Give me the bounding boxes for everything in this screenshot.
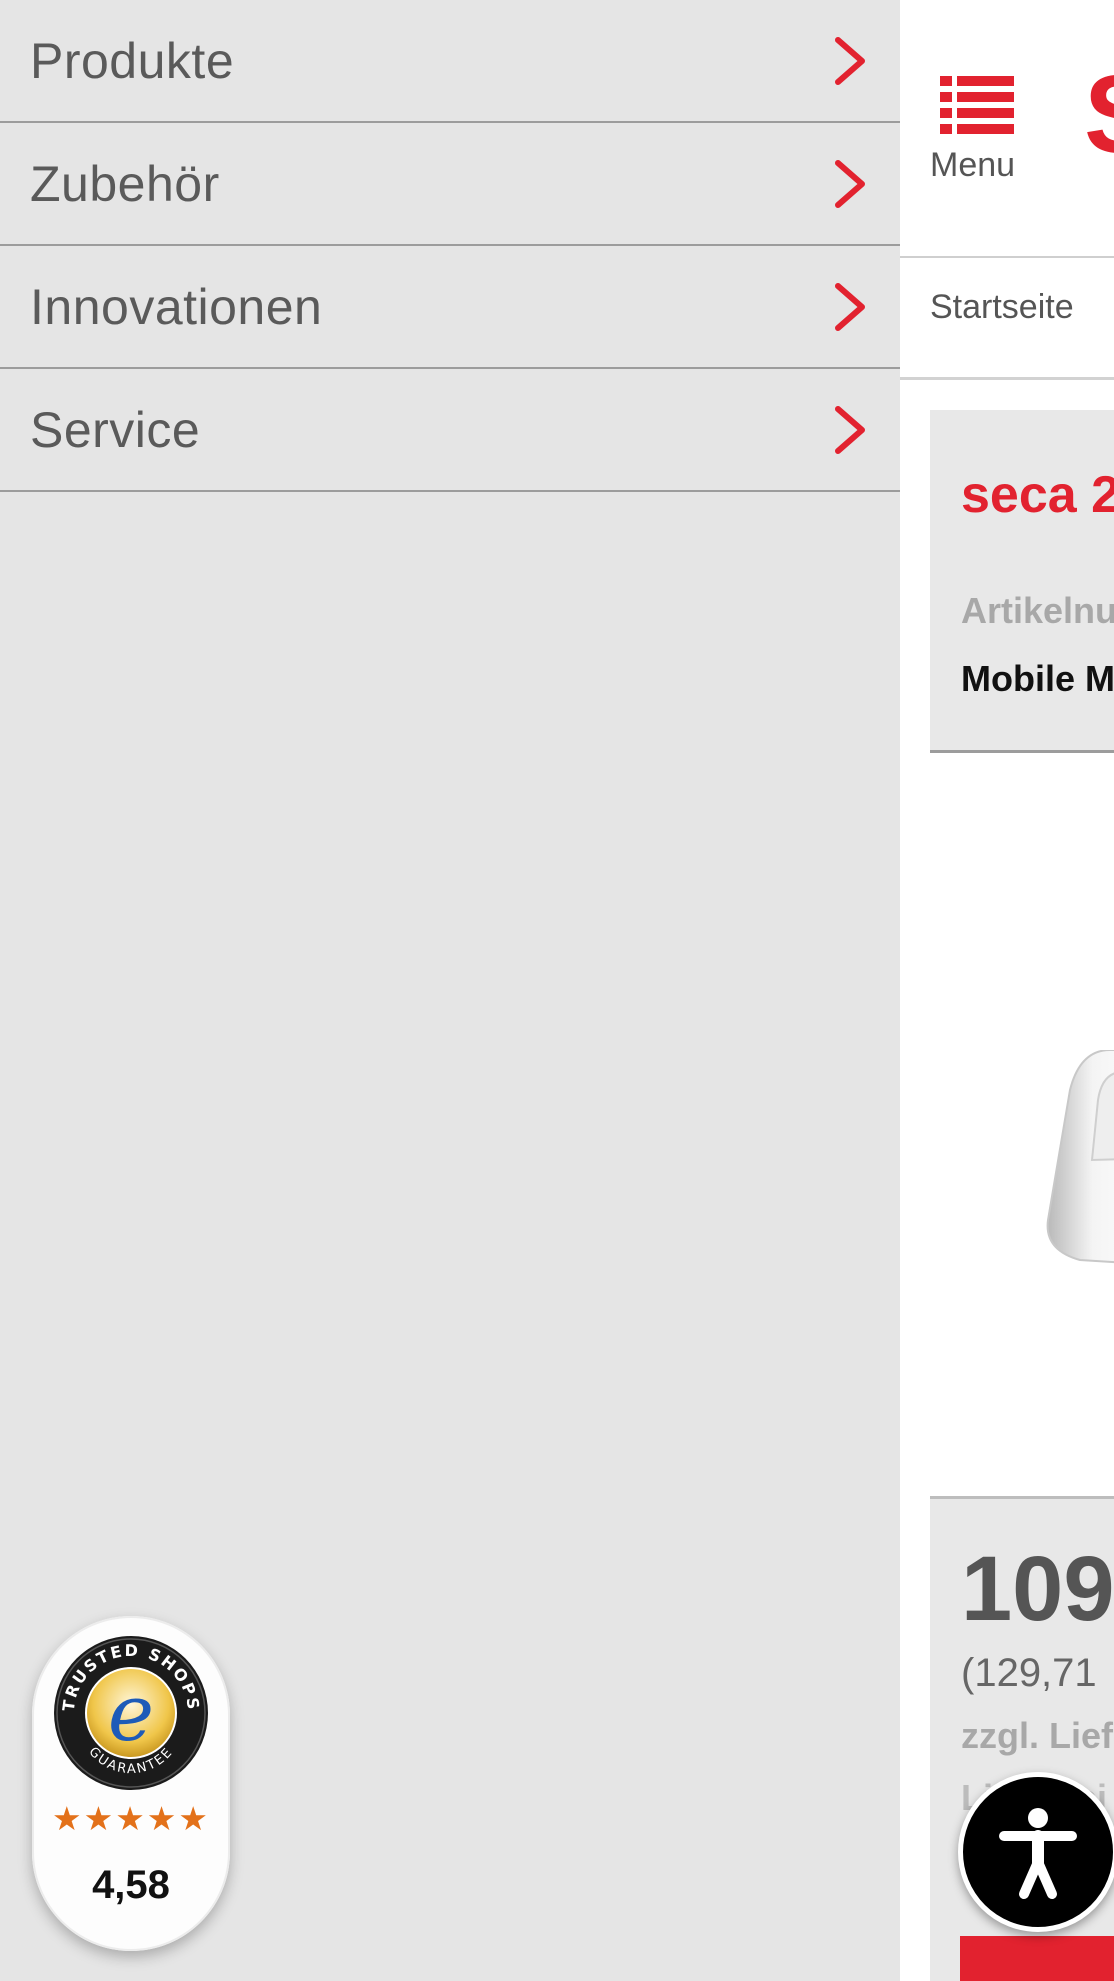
trusted-shops-badge[interactable]: TRUSTED SHOPS GUARANTEE e ★★★★★ 4,58 (32, 1616, 230, 1951)
navigation-drawer: Produkte Zubehör Innovationen Service TR… (0, 0, 901, 1981)
rating-value: 4,58 (92, 1863, 170, 1907)
rating-stars: ★★★★★ (52, 1800, 210, 1837)
menu-button[interactable]: Menu (930, 76, 1030, 186)
list-icon (940, 76, 1014, 134)
product-subtitle: Mobile M (961, 658, 1114, 699)
drawer-item-label: Service (30, 401, 201, 458)
breadcrumb-divider (900, 377, 1114, 380)
drawer-item-label: Innovationen (30, 278, 323, 335)
drawer-item-label: Zubehör (30, 155, 220, 212)
chevron-right-icon (835, 159, 865, 208)
breadcrumb-home-link[interactable]: Startseite (930, 288, 1074, 326)
product-image[interactable] (1040, 1050, 1114, 1270)
price-net: 109 (961, 1538, 1114, 1640)
drawer-item-zubehoer[interactable]: Zubehör (0, 123, 900, 246)
svg-text:e: e (108, 1669, 154, 1759)
header-divider (900, 256, 1114, 258)
price-gross: (129,71 (961, 1651, 1097, 1695)
breadcrumb: Startseite (930, 288, 1074, 327)
page-content: Menu S Startseite seca 2 Artikelnu Mobil… (900, 0, 1114, 1981)
product-header: seca 2 Artikelnu Mobile M (930, 410, 1114, 753)
product-title: seca 2 (961, 466, 1114, 524)
trusted-shops-seal-icon: TRUSTED SHOPS GUARANTEE e (54, 1636, 208, 1790)
article-number-label: Artikelnu (961, 590, 1114, 631)
chevron-right-icon (835, 405, 865, 454)
chevron-right-icon (835, 36, 865, 85)
drawer-item-produkte[interactable]: Produkte (0, 0, 900, 123)
shipping-note: zzgl. Lief (961, 1715, 1113, 1756)
brand-logo[interactable]: S (1084, 60, 1114, 170)
menu-label: Menu (930, 146, 1016, 184)
drawer-item-service[interactable]: Service (0, 369, 900, 492)
add-to-cart-button[interactable] (960, 1936, 1114, 1981)
drawer-item-innovationen[interactable]: Innovationen (0, 246, 900, 369)
accessibility-icon (999, 1808, 1077, 1899)
accessibility-button[interactable] (958, 1772, 1114, 1932)
chevron-right-icon (835, 282, 865, 331)
drawer-item-label: Produkte (30, 32, 235, 89)
